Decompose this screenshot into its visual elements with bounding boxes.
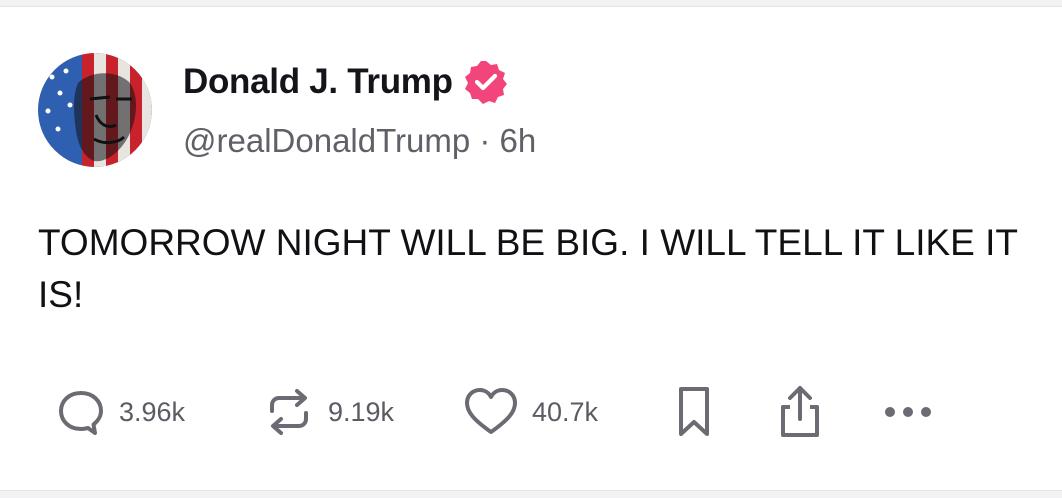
repost-arrows-icon [262, 385, 316, 439]
like-count: 40.7k [532, 396, 599, 427]
reply-count: 3.96k [119, 396, 186, 427]
post-text: TOMORROW NIGHT WILL BE BIG. I WILL TELL … [38, 222, 1018, 315]
speech-bubble-icon [55, 386, 107, 438]
like-button[interactable]: 40.7k [462, 382, 598, 442]
share-upload-icon [774, 383, 826, 441]
top-divider [0, 0, 1062, 7]
post-actions-bar: 3.96k 9.19k 40.7k [0, 382, 1062, 442]
heart-icon [462, 385, 520, 439]
author-handle-and-time: @realDonaldTrump · 6h [183, 122, 537, 159]
avatar[interactable] [38, 53, 152, 167]
author-display-name[interactable]: Donald J. Trump [183, 62, 453, 102]
repost-button[interactable]: 9.19k [262, 382, 394, 442]
avatar-flag-portrait-image [38, 53, 152, 167]
more-dots-icon [880, 402, 936, 422]
reply-button[interactable]: 3.96k [55, 382, 185, 442]
bookmark-icon [672, 384, 716, 440]
more-options-button[interactable] [880, 382, 936, 442]
author-name-row: Donald J. Trump [183, 60, 509, 104]
repost-count: 9.19k [328, 396, 395, 427]
share-button[interactable] [774, 382, 826, 442]
verified-badge-icon [463, 59, 509, 105]
bookmark-button[interactable] [672, 382, 716, 442]
